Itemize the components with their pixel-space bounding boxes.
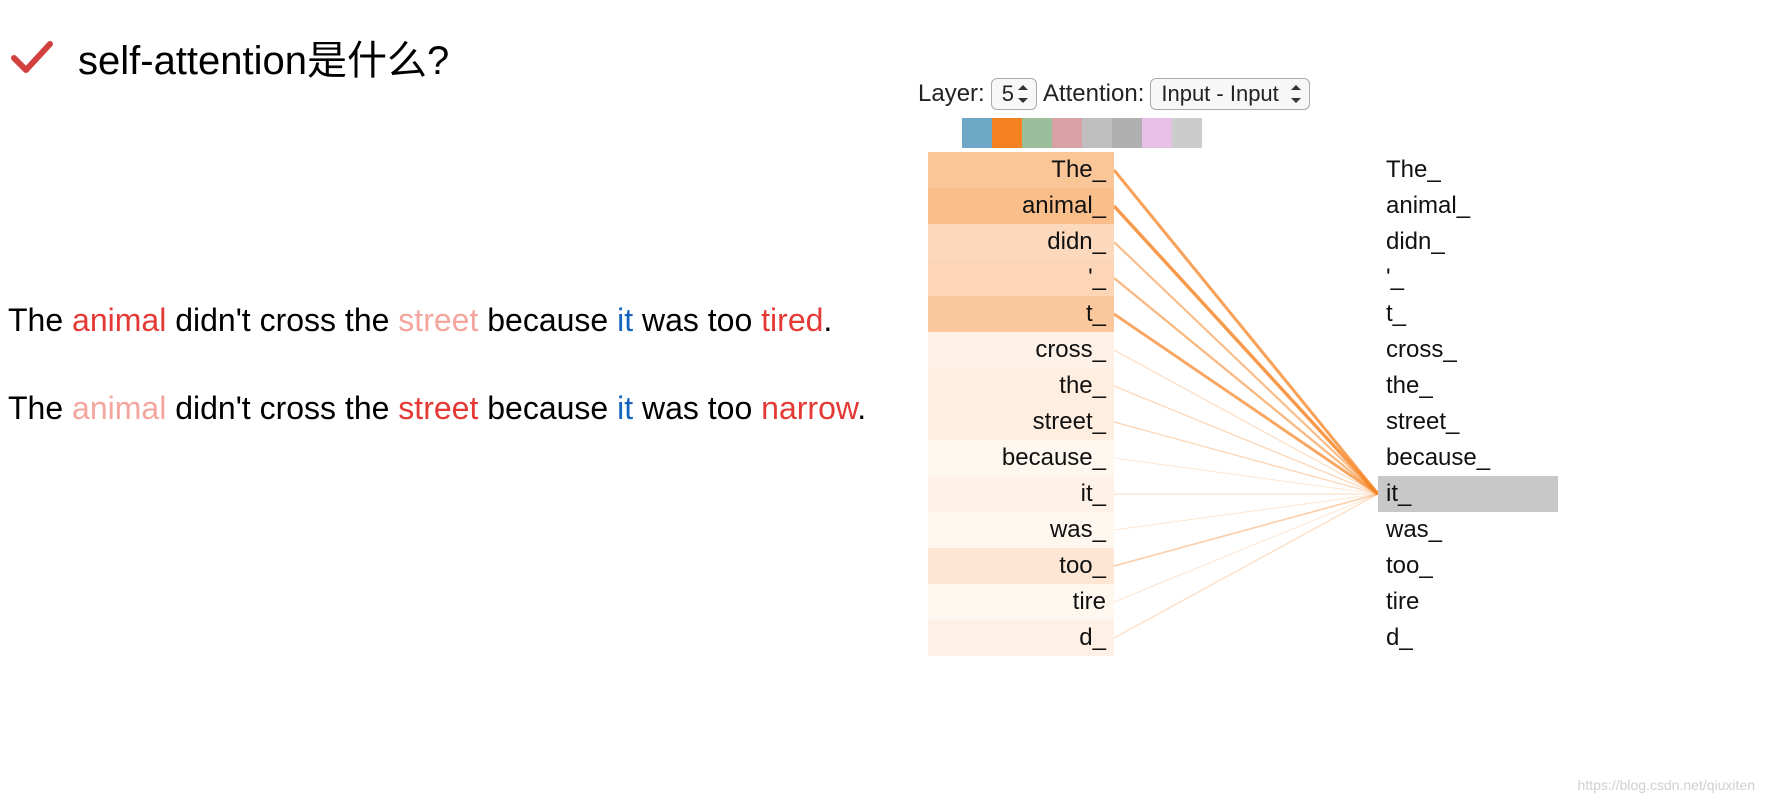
source-token[interactable]: was_: [928, 512, 1114, 548]
text-fragment: The: [8, 390, 72, 426]
target-token[interactable]: the_: [1378, 368, 1558, 404]
attention-line: [1114, 206, 1378, 494]
layer-label: Layer:: [918, 80, 985, 108]
attention-value: Input - Input: [1161, 81, 1278, 106]
text-fragment: .: [857, 390, 866, 426]
target-token[interactable]: The_: [1378, 152, 1558, 188]
target-token[interactable]: because_: [1378, 440, 1558, 476]
source-token[interactable]: it_: [928, 476, 1114, 512]
word-animal: animal: [72, 390, 166, 426]
source-token[interactable]: d_: [928, 620, 1114, 656]
watermark: https://blog.csdn.net/qiuxiten: [1578, 777, 1755, 793]
word-it: it: [617, 302, 633, 338]
word-tired: tired: [761, 302, 823, 338]
text-fragment: was too: [633, 390, 761, 426]
head-swatch[interactable]: [962, 118, 992, 148]
head-swatch[interactable]: [1112, 118, 1142, 148]
target-token[interactable]: cross_: [1378, 332, 1558, 368]
source-token[interactable]: cross_: [928, 332, 1114, 368]
target-token[interactable]: t_: [1378, 296, 1558, 332]
head-swatch[interactable]: [1052, 118, 1082, 148]
slide-title: self-attention是什么?: [78, 28, 449, 86]
source-token[interactable]: t_: [928, 296, 1114, 332]
check-icon: [10, 38, 54, 76]
slide-title-row: self-attention是什么?: [10, 28, 449, 86]
head-swatch[interactable]: [1172, 118, 1202, 148]
source-token[interactable]: animal_: [928, 188, 1114, 224]
target-token[interactable]: animal_: [1378, 188, 1558, 224]
attention-line: [1114, 170, 1378, 494]
example-sentences: The animal didn't cross the street becau…: [8, 300, 866, 476]
attention-line: [1114, 494, 1378, 638]
layer-value: 5: [1002, 81, 1014, 106]
head-swatch[interactable]: [1082, 118, 1112, 148]
attention-line: [1114, 494, 1378, 566]
sentence-1: The animal didn't cross the street becau…: [8, 300, 866, 340]
text-fragment: .: [823, 302, 832, 338]
attention-visualization: Layer: 5 Attention: Input - Input The_an…: [918, 78, 1558, 692]
head-palette: [962, 118, 1558, 148]
target-token[interactable]: street_: [1378, 404, 1558, 440]
attention-label: Attention:: [1043, 80, 1144, 108]
token-columns: The_animal_didn_'_t_cross_the_street_bec…: [918, 152, 1558, 692]
source-token[interactable]: street_: [928, 404, 1114, 440]
source-token-column: The_animal_didn_'_t_cross_the_street_bec…: [928, 152, 1114, 656]
source-token[interactable]: didn_: [928, 224, 1114, 260]
target-token-column: The_animal_didn_'_t_cross_the_street_bec…: [1378, 152, 1558, 656]
target-token[interactable]: it_: [1378, 476, 1558, 512]
attention-line: [1114, 458, 1378, 494]
text-fragment: was too: [633, 302, 761, 338]
attention-line: [1114, 386, 1378, 494]
attention-line: [1114, 422, 1378, 494]
target-token[interactable]: d_: [1378, 620, 1558, 656]
head-swatch[interactable]: [1142, 118, 1172, 148]
source-token[interactable]: tire: [928, 584, 1114, 620]
sentence-2: The animal didn't cross the street becau…: [8, 388, 866, 428]
text-fragment: didn't cross the: [166, 302, 398, 338]
target-token[interactable]: didn_: [1378, 224, 1558, 260]
text-fragment: didn't cross the: [166, 390, 398, 426]
text-fragment: because: [478, 390, 617, 426]
head-swatch[interactable]: [1022, 118, 1052, 148]
text-fragment: because: [478, 302, 617, 338]
word-animal: animal: [72, 302, 166, 338]
source-token[interactable]: the_: [928, 368, 1114, 404]
word-narrow: narrow: [761, 390, 857, 426]
attention-lines: [1114, 152, 1378, 692]
attention-select[interactable]: Input - Input: [1150, 78, 1309, 110]
attention-line: [1114, 494, 1378, 530]
attention-line: [1114, 314, 1378, 494]
head-swatch[interactable]: [992, 118, 1022, 148]
source-token[interactable]: too_: [928, 548, 1114, 584]
target-token[interactable]: was_: [1378, 512, 1558, 548]
source-token[interactable]: because_: [928, 440, 1114, 476]
viz-controls: Layer: 5 Attention: Input - Input: [918, 78, 1558, 110]
target-token[interactable]: too_: [1378, 548, 1558, 584]
text-fragment: The: [8, 302, 72, 338]
attention-line: [1114, 350, 1378, 494]
attention-line: [1114, 242, 1378, 494]
attention-line: [1114, 278, 1378, 494]
word-street: street: [398, 302, 478, 338]
target-token[interactable]: '_: [1378, 260, 1558, 296]
source-token[interactable]: The_: [928, 152, 1114, 188]
word-street: street: [398, 390, 478, 426]
layer-select[interactable]: 5: [991, 78, 1037, 110]
target-token[interactable]: tire: [1378, 584, 1558, 620]
word-it: it: [617, 390, 633, 426]
source-token[interactable]: '_: [928, 260, 1114, 296]
attention-line: [1114, 494, 1378, 602]
